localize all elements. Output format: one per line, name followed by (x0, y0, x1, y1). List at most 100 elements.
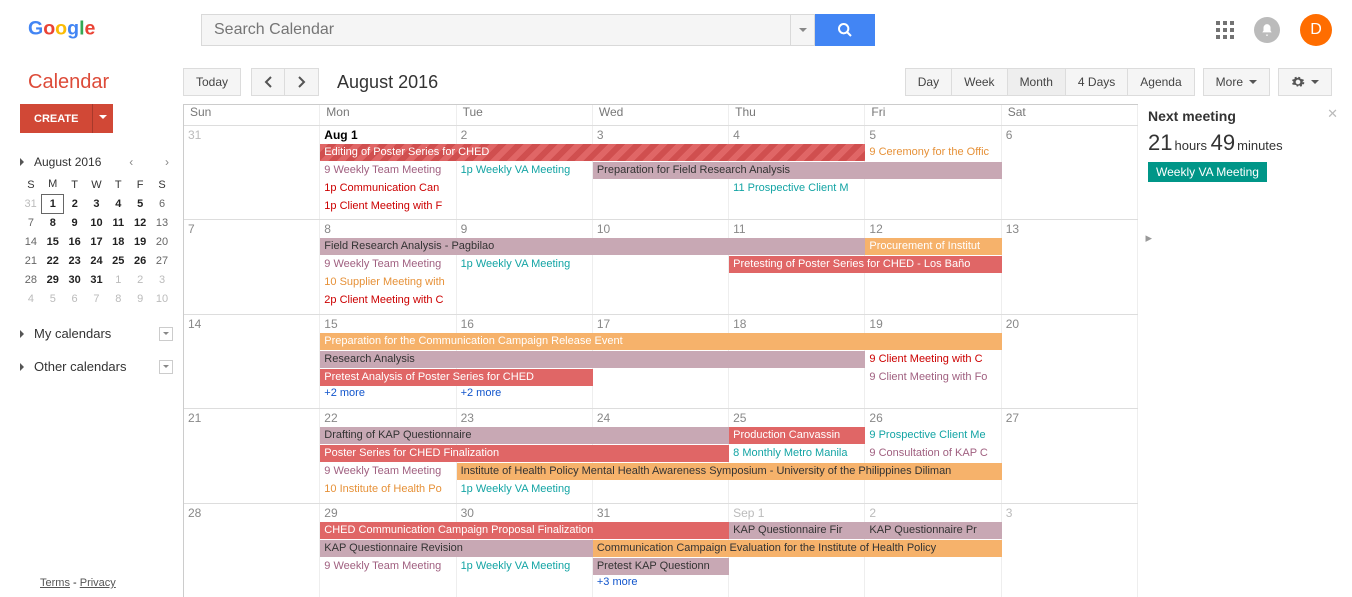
event[interactable]: Editing of Poster Series for CHED (320, 144, 865, 161)
minical-day[interactable]: 10 (86, 213, 108, 232)
mini-calendar[interactable]: SMTWTFS 31123456789101112131415161718192… (20, 175, 173, 308)
minical-day[interactable]: 8 (107, 289, 129, 308)
minical-day[interactable]: 26 (129, 251, 151, 270)
minical-day[interactable]: 21 (20, 251, 42, 270)
minical-day[interactable]: 7 (20, 213, 42, 232)
minical-day[interactable]: 28 (20, 270, 42, 289)
minical-day[interactable]: 11 (107, 213, 129, 232)
event[interactable]: 9 Client Meeting with C (865, 351, 1001, 368)
event[interactable]: 10 Supplier Meeting with (320, 274, 456, 291)
minical-day[interactable]: 20 (151, 232, 173, 251)
minical-day[interactable]: 7 (86, 289, 108, 308)
minical-day[interactable]: 17 (86, 232, 108, 251)
my-calendars-toggle[interactable]: My calendars (20, 326, 173, 341)
privacy-link[interactable]: Privacy (80, 577, 116, 589)
minical-day[interactable]: 22 (42, 251, 64, 270)
view-month[interactable]: Month (1008, 68, 1066, 96)
minical-day[interactable]: 2 (64, 194, 86, 213)
more-link[interactable]: +2 more (320, 387, 456, 399)
event[interactable]: 8 Monthly Metro Manila (729, 445, 865, 462)
minical-prev[interactable]: ‹ (125, 155, 137, 169)
event[interactable]: Procurement of Institut (865, 238, 1001, 255)
other-calendars-toggle[interactable]: Other calendars (20, 359, 173, 374)
minical-day[interactable]: 4 (20, 289, 42, 308)
minical-day[interactable]: 19 (129, 232, 151, 251)
my-calendars-menu[interactable] (159, 327, 173, 341)
search-input[interactable] (201, 14, 791, 46)
event[interactable]: 2p Client Meeting with C (320, 292, 456, 309)
minical-day[interactable]: 8 (42, 213, 64, 232)
event[interactable]: 9 Weekly Team Meeting (320, 162, 456, 179)
minical-day[interactable]: 1 (42, 194, 64, 213)
expand-panel-icon[interactable]: ▸ (1145, 230, 1152, 246)
event[interactable]: KAP Questionnaire Revision (320, 540, 593, 557)
event[interactable]: Field Research Analysis - Pagbilao (320, 238, 865, 255)
event[interactable]: Institute of Health Policy Mental Health… (457, 463, 1002, 480)
minical-day[interactable]: 10 (151, 289, 173, 308)
view-agenda[interactable]: Agenda (1128, 68, 1194, 96)
minical-day[interactable]: 9 (129, 289, 151, 308)
event[interactable]: 9 Weekly Team Meeting (320, 558, 456, 575)
view-day[interactable]: Day (905, 68, 952, 96)
notifications-icon[interactable] (1254, 17, 1280, 43)
minical-day[interactable]: 25 (107, 251, 129, 270)
event[interactable]: 9 Consultation of KAP C (865, 445, 1001, 462)
event[interactable]: Pretesting of Poster Series for CHED - L… (729, 256, 1002, 273)
event[interactable]: Preparation for the Communication Campai… (320, 333, 1001, 350)
google-logo[interactable]: Google (28, 15, 163, 45)
event[interactable]: 10 Institute of Health Po (320, 481, 456, 498)
minical-next[interactable]: › (161, 155, 173, 169)
event[interactable]: Drafting of KAP Questionnaire (320, 427, 729, 444)
minical-day[interactable]: 29 (42, 270, 64, 289)
event[interactable]: Pretest KAP Questionn (593, 558, 729, 575)
prev-button[interactable] (251, 68, 285, 96)
more-button[interactable]: More (1203, 68, 1270, 96)
view-week[interactable]: Week (952, 68, 1007, 96)
terms-link[interactable]: Terms (40, 577, 70, 589)
minical-day[interactable]: 16 (64, 232, 86, 251)
minical-day[interactable]: 31 (86, 270, 108, 289)
today-button[interactable]: Today (183, 68, 241, 96)
avatar[interactable]: D (1300, 14, 1332, 46)
minical-day[interactable]: 13 (151, 213, 173, 232)
minical-day[interactable]: 3 (151, 270, 173, 289)
search-dropdown[interactable] (791, 14, 815, 46)
event[interactable]: Preparation for Field Research Analysis (593, 162, 1002, 179)
minical-day[interactable]: 18 (107, 232, 129, 251)
event[interactable]: Communication Campaign Evaluation for th… (593, 540, 1002, 557)
minical-day[interactable]: 15 (42, 232, 64, 251)
event[interactable]: 1p Client Meeting with F (320, 198, 456, 215)
close-panel-icon[interactable]: ✕ (1327, 106, 1338, 122)
more-link[interactable]: +2 more (457, 387, 593, 399)
event[interactable]: Research Analysis (320, 351, 865, 368)
minical-day[interactable]: 5 (42, 289, 64, 308)
next-event[interactable]: Weekly VA Meeting (1148, 162, 1267, 182)
calendar-grid[interactable]: SunMonTueWedThuFriSat 31Aug 123456Editin… (183, 104, 1138, 597)
minical-day[interactable]: 2 (129, 270, 151, 289)
minical-day[interactable]: 4 (107, 194, 129, 213)
event[interactable]: 9 Ceremony for the Offic (865, 144, 1001, 161)
event[interactable]: CHED Communication Campaign Proposal Fin… (320, 522, 729, 539)
minical-day[interactable]: 1 (107, 270, 129, 289)
event[interactable]: 1p Weekly VA Meeting (457, 256, 593, 273)
event[interactable]: 1p Weekly VA Meeting (457, 481, 593, 498)
event[interactable]: 9 Prospective Client Me (865, 427, 1001, 444)
minical-day[interactable]: 31 (20, 194, 42, 213)
create-button[interactable]: CREATE (20, 104, 92, 133)
minical-day[interactable]: 6 (64, 289, 86, 308)
event[interactable]: Pretest Analysis of Poster Series for CH… (320, 369, 593, 386)
event[interactable]: Production Canvassin (729, 427, 865, 444)
minical-day[interactable]: 6 (151, 194, 173, 213)
event[interactable]: 11 Prospective Client M (729, 180, 865, 197)
view-4days[interactable]: 4 Days (1066, 68, 1128, 96)
minical-title[interactable]: August 2016 (34, 155, 101, 169)
event[interactable]: 9 Client Meeting with Fo (865, 369, 1001, 386)
apps-icon[interactable] (1216, 21, 1234, 39)
minical-day[interactable]: 14 (20, 232, 42, 251)
event[interactable]: KAP Questionnaire Pr (865, 522, 1001, 539)
minical-day[interactable]: 27 (151, 251, 173, 270)
next-button[interactable] (285, 68, 319, 96)
other-calendars-menu[interactable] (159, 360, 173, 374)
event[interactable]: 9 Weekly Team Meeting (320, 463, 456, 480)
create-dropdown[interactable] (92, 104, 113, 133)
